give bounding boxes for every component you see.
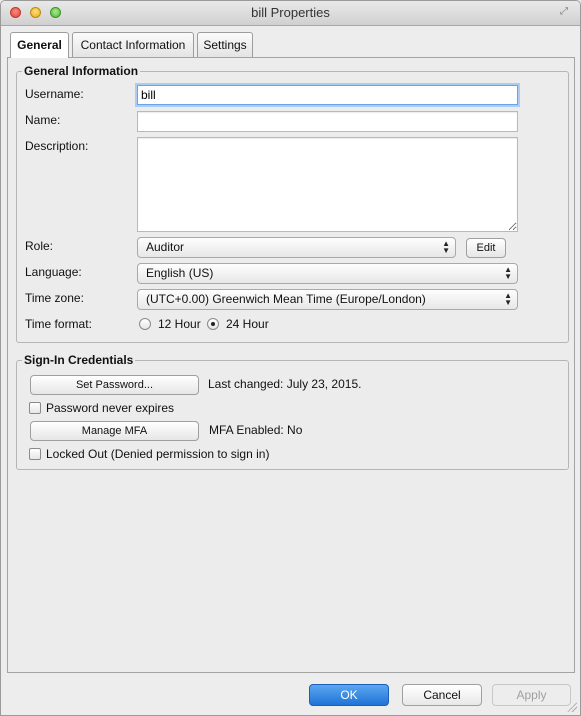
timezone-select-value: (UTC+0.00) Greenwich Mean Time (Europe/L… [146, 292, 426, 306]
role-select[interactable]: Auditor ▲ ▼ [137, 237, 456, 258]
select-arrows-icon: ▲ ▼ [504, 265, 512, 281]
edit-role-button[interactable]: Edit [466, 238, 506, 258]
general-tab-panel: General Information Username: Name: Desc… [7, 57, 575, 673]
mfa-enabled-text: MFA Enabled: No [209, 423, 303, 437]
locked-out-label: Locked Out (Denied permission to sign in… [46, 447, 270, 461]
time-format-24-label: 24 Hour [226, 317, 269, 331]
password-never-expires-checkbox[interactable] [29, 402, 41, 414]
password-never-expires-label: Password never expires [46, 401, 175, 415]
ok-button[interactable]: OK [309, 684, 389, 706]
tab-settings[interactable]: Settings [197, 32, 253, 57]
select-arrows-icon: ▲ ▼ [442, 239, 450, 255]
language-label: Language: [25, 265, 82, 279]
language-select[interactable]: English (US) ▲ ▼ [137, 263, 518, 284]
select-arrows-icon: ▲ ▼ [504, 291, 512, 307]
cancel-button[interactable]: Cancel [402, 684, 482, 706]
description-textarea[interactable] [137, 137, 518, 232]
resize-grip-icon[interactable] [567, 702, 577, 712]
time-format-12-label: 12 Hour [158, 317, 201, 331]
language-select-value: English (US) [146, 266, 214, 280]
time-format-12-radio[interactable] [139, 318, 151, 330]
title-bar[interactable]: bill Properties ⤢ [1, 1, 580, 26]
name-input[interactable] [137, 111, 518, 132]
role-select-value: Auditor [146, 240, 185, 254]
description-label: Description: [25, 139, 89, 153]
sign-in-credentials-legend: Sign-In Credentials [22, 353, 136, 367]
properties-window: bill Properties ⤢ General Contact Inform… [0, 0, 581, 716]
name-label: Name: [25, 113, 61, 127]
role-label: Role: [25, 239, 54, 253]
username-input[interactable] [137, 85, 518, 105]
time-format-24-radio[interactable] [207, 318, 219, 330]
manage-mfa-button[interactable]: Manage MFA [30, 421, 199, 441]
timeformat-label: Time format: [25, 317, 92, 331]
window-title: bill Properties [251, 5, 330, 20]
set-password-button[interactable]: Set Password... [30, 375, 199, 395]
timezone-select[interactable]: (UTC+0.00) Greenwich Mean Time (Europe/L… [137, 289, 518, 310]
fullscreen-icon[interactable]: ⤢ [560, 6, 572, 18]
timezone-label: Time zone: [25, 291, 84, 305]
apply-button[interactable]: Apply [492, 684, 571, 706]
last-changed-text: Last changed: July 23, 2015. [208, 377, 362, 391]
tab-contact-information[interactable]: Contact Information [72, 32, 194, 57]
username-label: Username: [25, 87, 84, 101]
general-information-legend: General Information [22, 64, 141, 78]
tab-general[interactable]: General [10, 32, 69, 58]
locked-out-checkbox[interactable] [29, 448, 41, 460]
